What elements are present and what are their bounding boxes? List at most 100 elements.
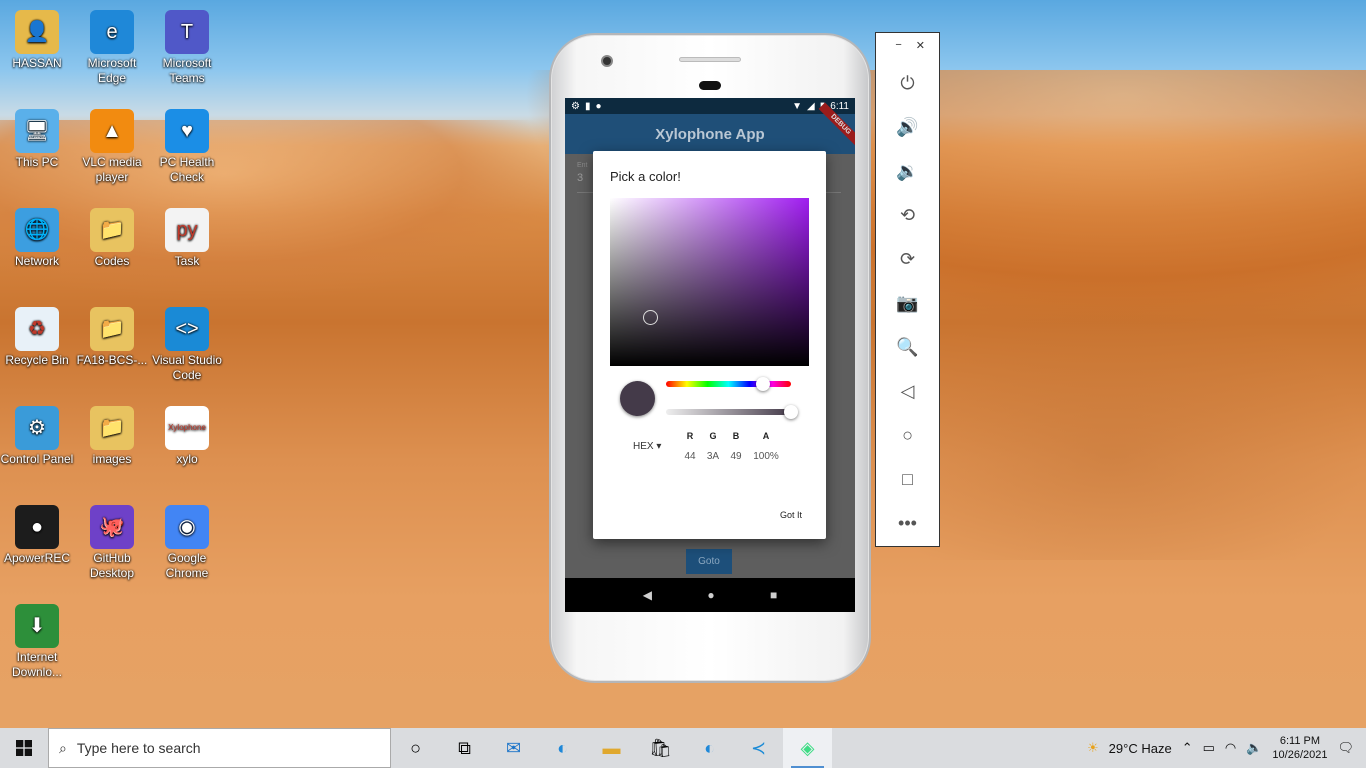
desktop-icon-label: Internet Downlo... xyxy=(11,650,63,679)
taskbar-mail[interactable]: ✉ xyxy=(489,728,538,768)
taskbar-store[interactable]: 🛍 xyxy=(636,728,685,768)
clock[interactable]: 6:11 PM 10/26/2021 xyxy=(1272,734,1327,762)
format-dropdown[interactable]: HEX ▾ xyxy=(633,441,661,452)
desktop-icon[interactable]: 📁 Codes xyxy=(75,208,149,269)
app-icon: ⚙ xyxy=(15,406,59,450)
system-tray: ☀ 29°C Haze ⌃ ▭ ◠ 🔈 6:11 PM 10/26/2021 🗨 xyxy=(1087,734,1366,762)
color-picker-dialog: Pick a color! HEX ▾ R 44 G 3A B 49 A 100… xyxy=(593,151,826,539)
zoom-icon: 🔍 xyxy=(896,336,919,357)
back-button[interactable]: ◁ xyxy=(876,369,939,413)
desktop-icon-label: Google Chrome xyxy=(165,551,209,580)
emulator-toolbar: − ✕ ⏻ 🔊 🔉 ⟲ ⟳ 📷 🔍 ◁ ○ □ ••• xyxy=(875,32,940,547)
desktop-icon[interactable]: ⬇ Internet Downlo... xyxy=(0,604,74,680)
desktop-icon-label: VLC media player xyxy=(82,155,142,184)
desktop-icon-label: GitHub Desktop xyxy=(89,551,135,580)
desktop-icon[interactable]: 📁 FA18-BCS-... xyxy=(75,307,149,368)
taskbar-edge-2[interactable]: ◐ xyxy=(685,728,734,768)
desktop-icon[interactable]: 🌐 Network xyxy=(0,208,74,269)
back-icon: ◁ xyxy=(900,380,915,401)
desktop-icon[interactable]: e Microsoft Edge xyxy=(75,10,149,86)
desktop-icon-label: images xyxy=(92,452,132,466)
battery-icon[interactable]: ▭ xyxy=(1203,740,1215,756)
app-icon: ⬇ xyxy=(15,604,59,648)
desktop-icon[interactable]: ⚙ Control Panel xyxy=(0,406,74,467)
channel-value: 44 xyxy=(684,451,696,462)
task-view-icon: ⧉ xyxy=(458,737,471,758)
rotate-right-button[interactable]: ⟳ xyxy=(876,237,939,281)
volume-down-button[interactable]: 🔉 xyxy=(876,149,939,193)
notification-icon[interactable]: 🗨 xyxy=(1337,740,1354,756)
taskbar-vscode[interactable]: ≺ xyxy=(734,728,783,768)
volume-icon[interactable]: 🔈 xyxy=(1246,740,1262,756)
desktop-icon-label: Recycle Bin xyxy=(5,353,69,367)
volume-up-icon: 🔊 xyxy=(896,116,919,137)
desktop-icon[interactable]: Xylophone xylo xyxy=(150,406,224,467)
wifi-icon[interactable]: ◠ xyxy=(1225,740,1236,756)
desktop-icon[interactable]: ● ApowerREC xyxy=(0,505,74,566)
power-button[interactable]: ⏻ xyxy=(876,61,939,105)
desktop-icon[interactable]: 📁 images xyxy=(75,406,149,467)
rotate-left-button[interactable]: ⟲ xyxy=(876,193,939,237)
desktop-icon[interactable]: py Task xyxy=(150,208,224,269)
app-bar: Xylophone App DEBUG xyxy=(565,102,855,154)
hue-slider[interactable] xyxy=(666,381,791,387)
alpha-slider-thumb[interactable] xyxy=(784,405,798,419)
number-input[interactable]: 3 xyxy=(577,172,583,184)
search-placeholder: Type here to search xyxy=(76,740,201,756)
taskbar-edge[interactable]: ◐ xyxy=(538,728,587,768)
close-button[interactable]: ✕ xyxy=(916,39,925,61)
minimize-button[interactable]: − xyxy=(895,39,901,61)
app-icon: ◉ xyxy=(165,505,209,549)
hue-slider-thumb[interactable] xyxy=(756,377,770,391)
camera-button[interactable]: 📷 xyxy=(876,281,939,325)
overview-button[interactable]: □ xyxy=(876,457,939,501)
more-icon: ••• xyxy=(898,512,917,533)
task-view-button[interactable]: ⧉ xyxy=(440,728,489,768)
desktop-icon[interactable]: ◉ Google Chrome xyxy=(150,505,224,581)
app-icon: 🐙 xyxy=(90,505,134,549)
taskbar-file-explorer[interactable]: ▬ xyxy=(587,728,636,768)
color-preview-swatch xyxy=(620,381,655,416)
weather-text[interactable]: 29°C Haze xyxy=(1109,741,1172,756)
app-icon: ● xyxy=(15,505,59,549)
desktop-icon-label: Visual Studio Code xyxy=(152,353,222,382)
desktop-icon[interactable]: ♻ Recycle Bin xyxy=(0,307,74,368)
signal-icon: ◢ xyxy=(807,100,815,112)
rotate-left-icon: ⟲ xyxy=(899,204,916,225)
channel-value: 49 xyxy=(730,451,742,462)
more-button[interactable]: ••• xyxy=(876,501,939,545)
desktop-icon-label: Network xyxy=(14,254,59,268)
saturation-value-pad[interactable] xyxy=(610,198,809,366)
desktop-icon[interactable]: 🐙 GitHub Desktop xyxy=(75,505,149,581)
color-cursor[interactable] xyxy=(643,310,658,325)
clock-date: 10/26/2021 xyxy=(1272,749,1328,761)
app-icon: ♥ xyxy=(165,109,209,153)
app-icon: py xyxy=(165,208,209,252)
got-it-button[interactable]: Got It xyxy=(780,510,802,520)
desktop-icon[interactable]: <> Visual Studio Code xyxy=(150,307,224,383)
app-icon: <> xyxy=(165,307,209,351)
zoom-button[interactable]: 🔍 xyxy=(876,325,939,369)
desktop-icon-label: Microsoft Teams xyxy=(162,56,212,85)
taskbar-emulator[interactable]: ◈ xyxy=(783,728,832,768)
home-button[interactable]: ○ xyxy=(876,413,939,457)
edge-icon: ◐ xyxy=(704,737,715,758)
cortana-button[interactable]: ○ xyxy=(391,728,440,768)
nav-home-button[interactable]: ● xyxy=(707,588,714,602)
nav-back-button[interactable]: ◀ xyxy=(643,588,652,602)
mail-icon: ✉ xyxy=(505,737,522,758)
desktop-icon-label: HASSAN xyxy=(12,56,62,70)
nav-recents-button[interactable]: ■ xyxy=(770,588,777,602)
desktop-icon[interactable]: ▲ VLC media player xyxy=(75,109,149,185)
channel-b: B 49 xyxy=(721,431,751,462)
goto-button[interactable]: Goto xyxy=(686,549,732,574)
desktop-icon[interactable]: 🖥 This PC xyxy=(0,109,74,170)
desktop-icon[interactable]: ♥ PC Health Check xyxy=(150,109,224,185)
alpha-slider[interactable] xyxy=(666,409,791,415)
volume-up-button[interactable]: 🔊 xyxy=(876,105,939,149)
chevron-up-icon[interactable]: ⌃ xyxy=(1182,740,1193,756)
desktop-icon[interactable]: 👤 HASSAN xyxy=(0,10,74,71)
start-button[interactable] xyxy=(0,728,48,768)
desktop-icon[interactable]: T Microsoft Teams xyxy=(150,10,224,86)
taskbar-search[interactable]: ⌕ Type here to search xyxy=(48,728,391,768)
